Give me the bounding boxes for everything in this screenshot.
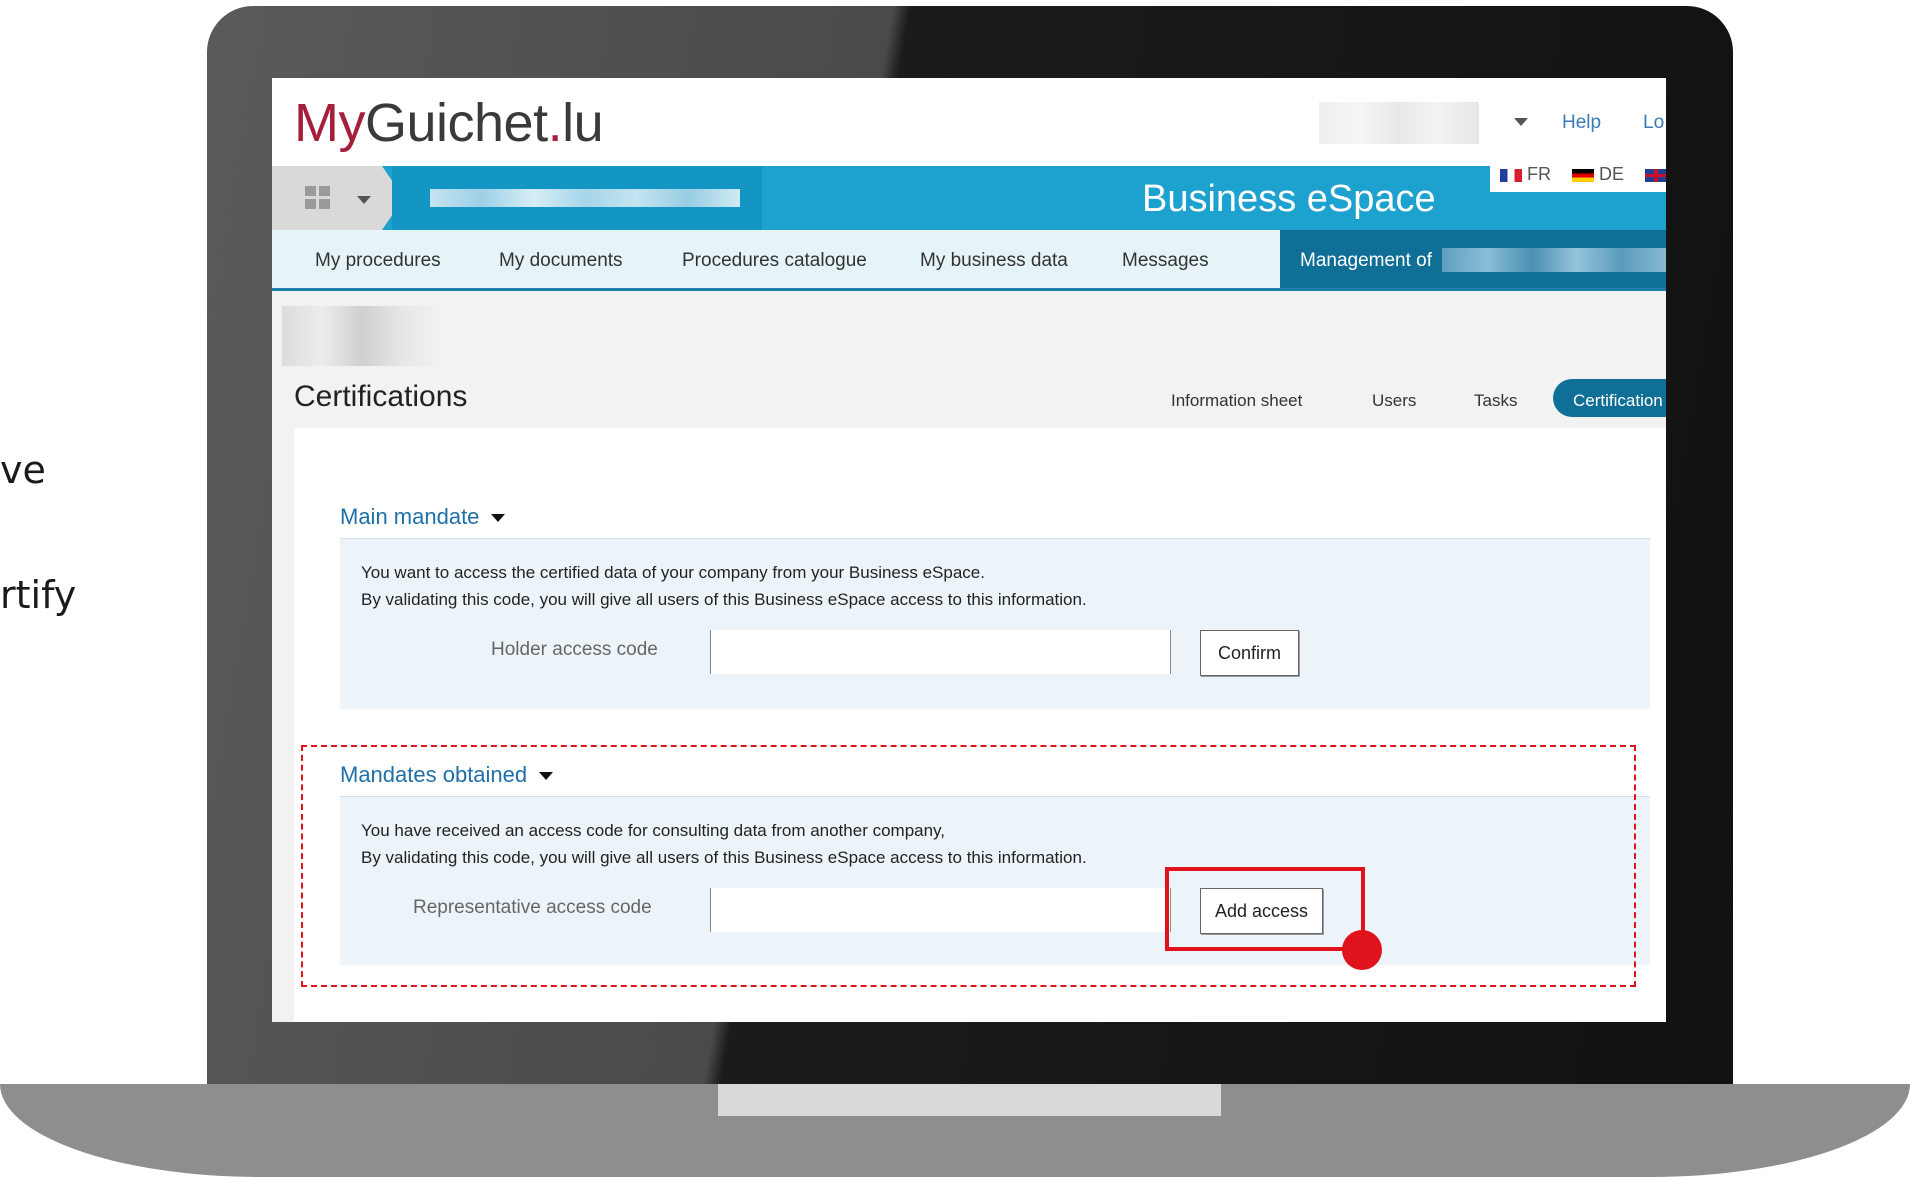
- user-name-redacted[interactable]: [1319, 102, 1479, 144]
- click-indicator-dot: [1342, 930, 1382, 970]
- tab-tasks[interactable]: Tasks: [1474, 391, 1517, 411]
- highlight-dashed-frame: [301, 745, 1636, 987]
- logo-dot: .: [547, 93, 563, 153]
- nav-management-label: Management of: [1300, 250, 1433, 271]
- side-text-fragment-1: ve: [0, 448, 46, 492]
- main-mandate-toggle[interactable]: Main mandate: [340, 504, 506, 530]
- logo-suffix: lu: [562, 93, 604, 153]
- company-name-redacted: [1442, 248, 1666, 272]
- site-logo[interactable]: MyGuichet.lu: [294, 92, 604, 154]
- main-mandate-heading: Main mandate: [340, 504, 480, 529]
- tab-users[interactable]: Users: [1372, 391, 1416, 411]
- logout-link[interactable]: Lo: [1643, 112, 1664, 134]
- flag-uk-icon: [1645, 168, 1666, 182]
- logo-main: Guichet: [364, 93, 548, 153]
- logo-prefix: My: [294, 93, 365, 153]
- tab-information-sheet[interactable]: Information sheet: [1171, 391, 1302, 411]
- holder-access-code-input[interactable]: [710, 630, 1171, 674]
- nav-my-business-data[interactable]: My business data: [920, 250, 1068, 272]
- flag-fr-icon: [1500, 168, 1522, 182]
- main-mandate-description: You want to access the certified data of…: [361, 563, 1087, 609]
- page-title: Certifications: [294, 380, 468, 413]
- holder-access-code-label: Holder access code: [491, 639, 658, 660]
- breadcrumb-redacted: [282, 306, 442, 366]
- side-text-fragment-2: rtify: [0, 573, 77, 617]
- laptop-notch: [718, 1084, 1221, 1116]
- lang-de[interactable]: DE: [1572, 164, 1624, 185]
- chevron-down-icon: [491, 514, 506, 523]
- highlight-add-access-frame: [1165, 867, 1365, 951]
- user-menu-chevron-icon[interactable]: [1514, 118, 1528, 126]
- help-link[interactable]: Help: [1562, 112, 1601, 134]
- banner-title: Business eSpace: [1142, 178, 1436, 220]
- nav-my-procedures[interactable]: My procedures: [315, 250, 441, 272]
- organisation-name-redacted: [430, 189, 740, 207]
- lang-en[interactable]: [1645, 164, 1666, 185]
- confirm-button[interactable]: Confirm: [1200, 630, 1299, 676]
- nav-messages[interactable]: Messages: [1122, 250, 1209, 272]
- lang-fr[interactable]: FR: [1500, 164, 1551, 185]
- flag-de-icon: [1572, 168, 1594, 182]
- nav-my-documents[interactable]: My documents: [499, 250, 623, 272]
- tab-certifications-label: Certification: [1573, 391, 1663, 410]
- apps-grid-icon[interactable]: [305, 186, 331, 210]
- apps-chevron-down-icon[interactable]: [357, 196, 371, 204]
- nav-procedures-catalogue[interactable]: Procedures catalogue: [682, 250, 867, 272]
